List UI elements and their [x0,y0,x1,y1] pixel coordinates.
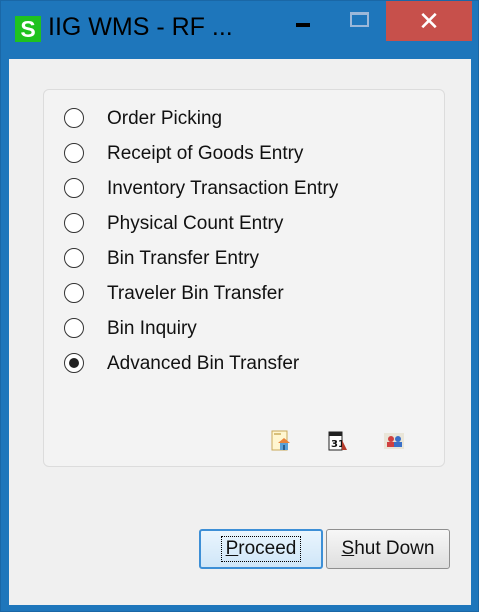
option-bin-transfer-entry[interactable]: Bin Transfer Entry [64,244,424,274]
radio-button[interactable] [64,248,84,268]
option-traveler-bin-transfer[interactable]: Traveler Bin Transfer [64,279,424,309]
option-label: Receipt of Goods Entry [107,143,304,164]
options-group: Order Picking Receipt of Goods Entry Inv… [43,89,445,467]
maximize-button[interactable] [340,1,386,41]
calendar-icon[interactable]: 31 [327,430,349,452]
option-label: Bin Transfer Entry [107,248,260,269]
title-bar[interactable]: S IIG WMS - RF ... ✕ [1,1,478,59]
option-label: Physical Count Entry [107,213,284,234]
radio-button[interactable] [64,318,84,338]
radio-button[interactable] [64,108,84,128]
proceed-mnemonic: P [225,538,239,559]
option-label: Order Picking [107,108,223,129]
option-receipt-of-goods-entry[interactable]: Receipt of Goods Entry [64,139,424,169]
shut-down-mnemonic: S [341,538,355,559]
radio-button[interactable] [64,213,84,233]
home-document-icon[interactable] [270,430,292,452]
radio-button-selected[interactable] [64,353,84,373]
option-advanced-bin-transfer[interactable]: Advanced Bin Transfer [64,349,424,379]
close-button[interactable]: ✕ [386,1,472,41]
radio-button[interactable] [64,143,84,163]
client-area: Order Picking Receipt of Goods Entry Inv… [9,59,471,605]
app-s-icon[interactable]: S [15,16,41,42]
option-physical-count-entry[interactable]: Physical Count Entry [64,209,424,239]
minimize-button[interactable] [284,1,330,41]
window-title: IIG WMS - RF ... [48,13,233,41]
option-order-picking[interactable]: Order Picking [64,104,424,134]
radio-button[interactable] [64,283,84,303]
users-icon[interactable] [383,430,405,452]
shut-down-label: hut Down [354,538,435,559]
proceed-label: roceed [238,538,297,559]
option-label: Advanced Bin Transfer [107,353,300,374]
proceed-button[interactable]: Proceed [199,529,323,569]
radio-button[interactable] [64,178,84,198]
option-label: Bin Inquiry [107,318,197,339]
option-inventory-transaction-entry[interactable]: Inventory Transaction Entry [64,174,424,204]
app-window: S IIG WMS - RF ... ✕ Order Picking Recei… [0,0,479,612]
shut-down-button[interactable]: Shut Down [326,529,450,569]
option-label: Traveler Bin Transfer [107,283,284,304]
option-bin-inquiry[interactable]: Bin Inquiry [64,314,424,344]
option-label: Inventory Transaction Entry [107,178,339,199]
